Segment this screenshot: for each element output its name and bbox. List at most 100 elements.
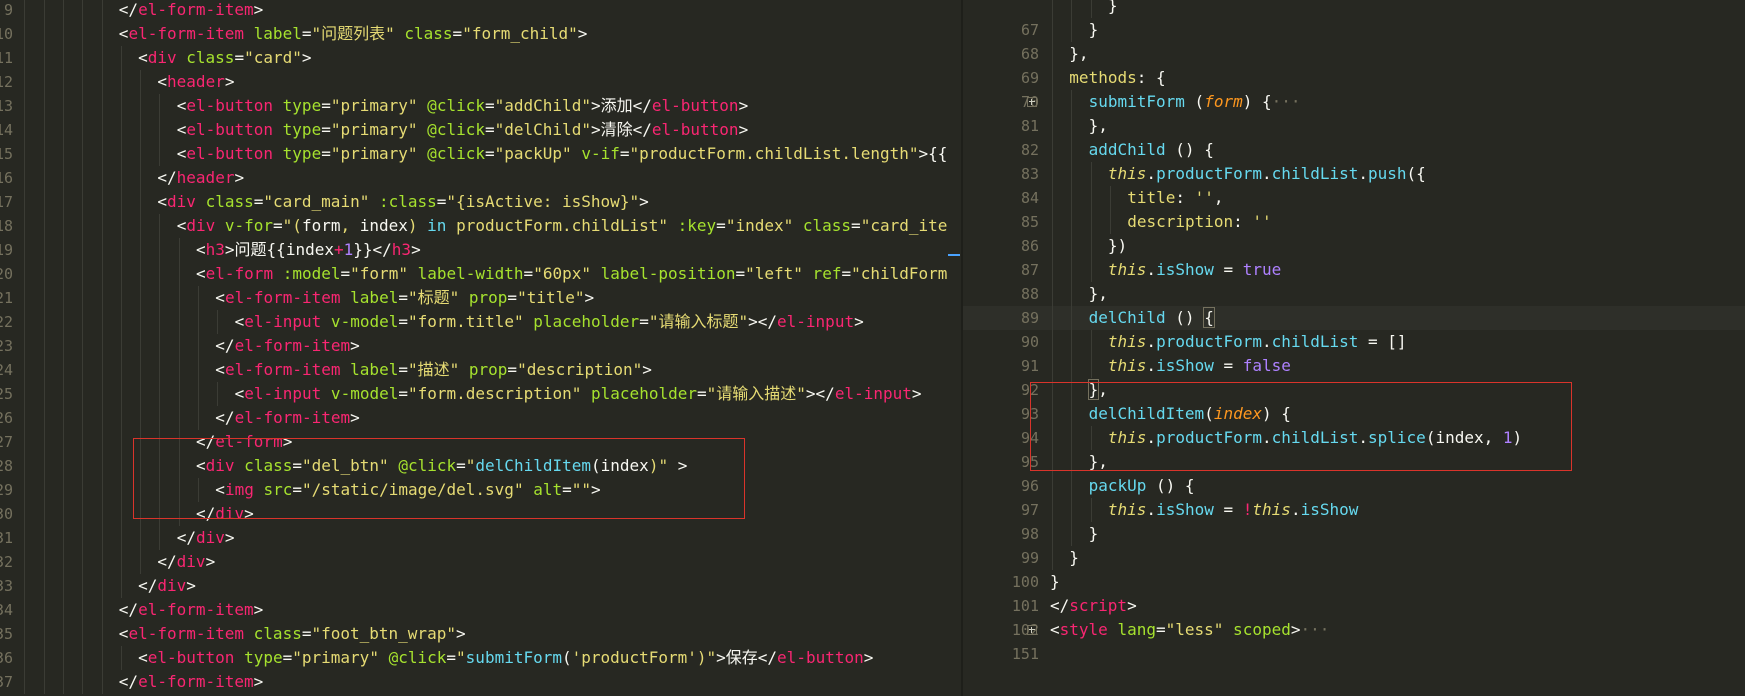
code-line[interactable]: 85 description: '' [963, 210, 1745, 234]
code-token: < [1050, 620, 1060, 639]
indent-guide [178, 382, 180, 406]
code-line[interactable]: 24<el-form-item label="描述" prop="descrip… [0, 358, 962, 382]
code-token: 'productForm' [571, 648, 697, 667]
code-token: el-form [205, 264, 274, 283]
code-token: v-for [215, 216, 274, 235]
code-token: "index" [725, 216, 794, 235]
indent-guide [62, 454, 64, 478]
code-line[interactable]: 100} [963, 570, 1745, 594]
code-token: header [176, 168, 235, 187]
code-line[interactable]: 87 this.isShow = true [963, 258, 1745, 282]
code-line[interactable]: 16 </header> [0, 166, 962, 190]
indent-guide [24, 166, 26, 190]
code-line[interactable]: 96 packUp () { [963, 474, 1745, 498]
code-line[interactable]: 22<el-input v-model="form.title" placeho… [0, 310, 962, 334]
code-line[interactable]: 13<el-button type="primary" @click="addC… [0, 94, 962, 118]
code-line[interactable]: 18<div v-for="(form, index) in productFo… [0, 214, 962, 238]
code-line[interactable]: 102 <style lang="less" scoped>··· [963, 618, 1745, 642]
indent-guide [62, 526, 64, 550]
code-token: </ [1050, 596, 1070, 615]
code-line[interactable]: 81}, [963, 114, 1745, 138]
code-line[interactable]: 90 this.productForm.childList = [] [963, 330, 1745, 354]
code-token: = [484, 96, 495, 115]
code-line[interactable]: 70 submitForm (form) {··· [963, 90, 1745, 114]
code-line[interactable]: 91 this.isShow = false [963, 354, 1745, 378]
code-line[interactable]: 25<el-input v-model="form.description" p… [0, 382, 962, 406]
indent-guide [43, 262, 45, 286]
fold-expand-icon[interactable] [1027, 97, 1037, 107]
code-line[interactable]: 88}, [963, 282, 1745, 306]
code-line[interactable]: 15<el-button type="primary" @click="pack… [0, 142, 962, 166]
code-line[interactable]: 82 addChild () { [963, 138, 1745, 162]
indent-guide [24, 286, 26, 310]
indent-guide [178, 358, 180, 382]
indent-guide [101, 430, 103, 454]
indent-guide [1052, 90, 1053, 114]
code-token: label [340, 360, 399, 379]
code-line[interactable]: 68}, [963, 42, 1745, 66]
code-line[interactable]: 31 </div> [0, 526, 962, 550]
code-token: < [157, 192, 168, 211]
code-line[interactable]: 26 </el-form-item> [0, 406, 962, 430]
code-line[interactable]: 35 <el-form-item class="foot_btn_wrap"> [0, 622, 962, 646]
code-token: description [1127, 212, 1234, 231]
indent-guide [140, 238, 142, 262]
code-line[interactable]: 36<el-button type="primary" @click="subm… [0, 646, 962, 670]
code-token: > [738, 96, 749, 115]
line-number: 34 [0, 601, 13, 619]
code-line[interactable]: 67} [963, 18, 1745, 42]
editor-pane-script[interactable]: } 67} 68}, 69 methods: {70 submitForm (form) … [963, 0, 1745, 696]
code-line[interactable]: 83 this.productForm.childList.push({ [963, 162, 1745, 186]
indent-guide [24, 382, 26, 406]
code-token: lang [1107, 620, 1156, 639]
code-line[interactable]: 97 this.isShow = !this.isShow [963, 498, 1745, 522]
code-token: < [118, 624, 129, 643]
code-token: isShow [1156, 500, 1214, 519]
code-line[interactable]: 9 </el-form-item> [0, 0, 962, 22]
code-line[interactable]: 98} [963, 522, 1745, 546]
code-line[interactable]: 17<div class="card_main" :class="{isActi… [0, 190, 962, 214]
indent-guide [62, 622, 64, 646]
line-number: 93 [1020, 405, 1039, 423]
code-token: > [253, 672, 264, 691]
indent-guide [82, 478, 84, 502]
code-line[interactable]: 34 </el-form-item> [0, 598, 962, 622]
code-line[interactable]: 69 methods: { [963, 66, 1745, 90]
code-line[interactable]: 11 <div class="card"> [0, 46, 962, 70]
code-line[interactable]: 20<el-form :model="form" label-width="60… [0, 262, 962, 286]
indent-guide [1052, 258, 1053, 282]
code-line[interactable]: 23 </el-form-item> [0, 334, 962, 358]
code-line[interactable]: 19<h3>问题{{index+1}}</h3> [0, 238, 962, 262]
code-line[interactable]: 101 </script> [963, 594, 1745, 618]
editor-pane-template[interactable]: 9</el-form-item>10<el-form-item label="问… [0, 0, 962, 696]
indent-guide [120, 214, 122, 238]
code-token: , [340, 216, 360, 235]
code-line[interactable]: 33 </div> [0, 574, 962, 598]
indent-guide [82, 358, 84, 382]
indent-guide [82, 622, 84, 646]
code-token: >保存</ [716, 648, 778, 667]
code-line[interactable]: 37 </el-form-item> [0, 670, 962, 694]
code-token: . [1262, 332, 1272, 351]
indent-guide [101, 214, 103, 238]
code-line[interactable]: } [963, 0, 1745, 18]
code-text: this.productForm.childList.push({ [1108, 162, 1426, 186]
code-token: methods [1069, 68, 1137, 87]
code-line[interactable]: 32 </div> [0, 550, 962, 574]
code-token: = [523, 264, 534, 283]
code-line[interactable]: 89 delChild () { [963, 306, 1745, 330]
fold-expand-icon[interactable] [1027, 625, 1037, 635]
code-line[interactable]: 14<el-button type="primary" @click="delC… [0, 118, 962, 142]
indent-guide [120, 166, 122, 190]
code-token: title [1127, 188, 1176, 207]
code-line[interactable]: 99} [963, 546, 1745, 570]
code-line[interactable]: 21<el-form-item label="标题" prop="title"> [0, 286, 962, 310]
code-line[interactable]: 151 [963, 642, 1745, 666]
code-line[interactable]: 84 title: '', [963, 186, 1745, 210]
line-number: 9 [3, 1, 13, 19]
code-line[interactable]: 86}) [963, 234, 1745, 258]
code-text: </el-form-item> [215, 406, 360, 430]
code-text: <style lang="less" scoped>··· [1050, 618, 1329, 642]
code-line[interactable]: 12 <header> [0, 70, 962, 94]
code-line[interactable]: 10<el-form-item label="问题列表" class="form… [0, 22, 962, 46]
